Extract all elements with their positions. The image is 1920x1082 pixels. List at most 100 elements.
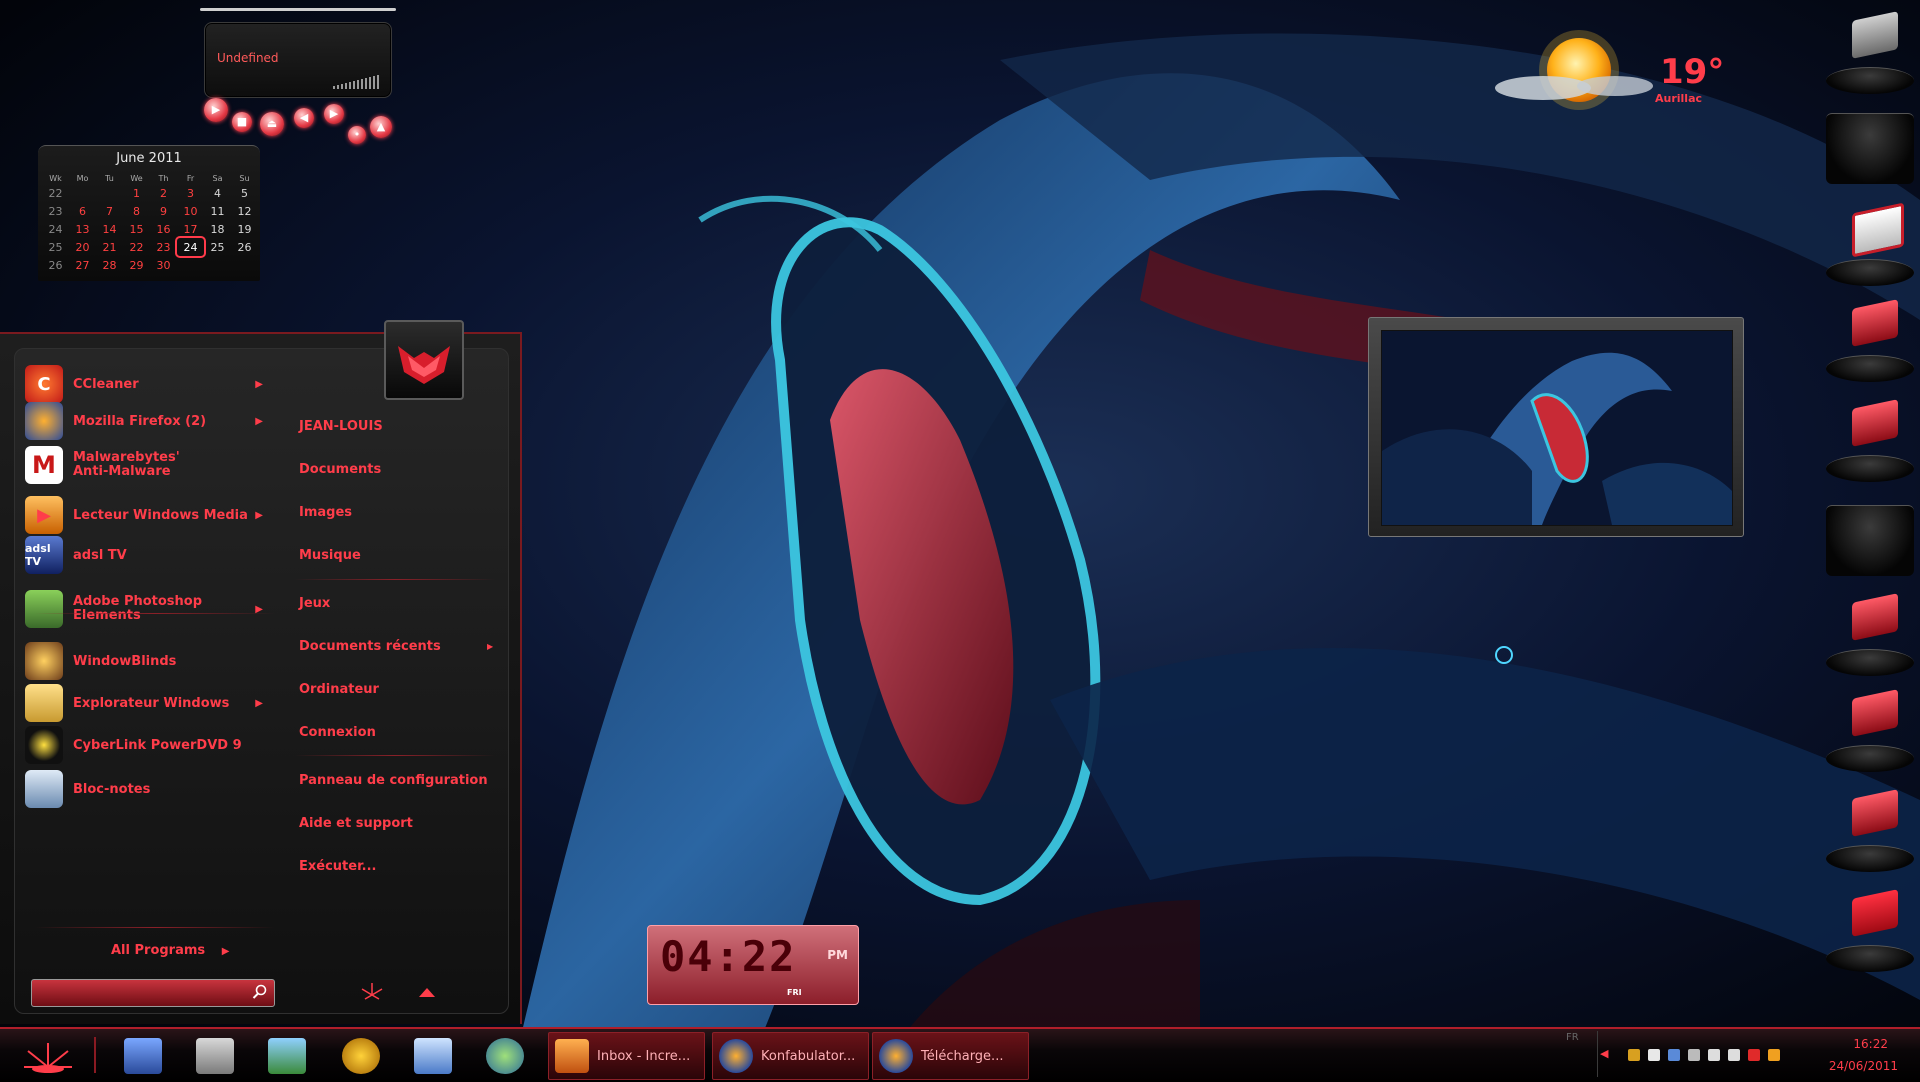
calendar-day[interactable]: 10: [177, 202, 204, 220]
dock-blank-1[interactable]: [1826, 98, 1918, 184]
network-signal-icon[interactable]: [1708, 1049, 1720, 1061]
quicklaunch-network[interactable]: [414, 1038, 452, 1074]
quicklaunch-vlc[interactable]: [342, 1038, 380, 1074]
calendar-day[interactable]: 20: [69, 238, 96, 256]
calendar-month-title[interactable]: June 2011: [38, 151, 260, 166]
dock-computer[interactable]: [1826, 8, 1918, 94]
calendar-day[interactable]: 3: [177, 184, 204, 202]
calendar-day[interactable]: 2: [150, 184, 177, 202]
flag-icon[interactable]: [1648, 1049, 1660, 1061]
calendar-today[interactable]: 24: [175, 236, 206, 258]
calendar-day[interactable]: 18: [204, 220, 231, 238]
calendar-day[interactable]: 15: [123, 220, 150, 238]
tray-date[interactable]: 24/06/2011: [1829, 1059, 1898, 1073]
shutdown-options-icon[interactable]: [417, 985, 437, 999]
tray-time[interactable]: 16:22: [1853, 1037, 1888, 1051]
calendar-day[interactable]: 9: [150, 202, 177, 220]
weather-widget[interactable]: 19° Aurillac: [1495, 18, 1725, 118]
place-item[interactable]: Musique: [299, 548, 361, 563]
calendar-day[interactable]: 12: [231, 202, 258, 220]
calendar-day[interactable]: 23: [150, 238, 177, 256]
calendar-day[interactable]: 1: [123, 184, 150, 202]
dock-documents[interactable]: [1826, 200, 1918, 286]
user-picture[interactable]: [384, 320, 464, 400]
place-item[interactable]: JEAN-LOUIS: [299, 419, 383, 434]
program-item[interactable]: M Malwarebytes' Anti-Malware: [25, 443, 275, 487]
taskbar-button[interactable]: Konfabulator...: [712, 1032, 869, 1080]
dock-recycle-bin[interactable]: [1826, 886, 1918, 972]
program-item[interactable]: CyberLink PowerDVD 9: [25, 723, 275, 767]
quicklaunch-computer[interactable]: [196, 1038, 234, 1074]
dock-favorites[interactable]: [1826, 590, 1918, 676]
search-icon[interactable]: [252, 984, 268, 1000]
place-item[interactable]: Panneau de configuration: [299, 773, 488, 788]
program-item[interactable]: Mozilla Firefox (2) ▶: [25, 399, 275, 443]
quicklaunch-users[interactable]: [486, 1038, 524, 1074]
program-item[interactable]: WindowBlinds: [25, 639, 275, 683]
tray-app-icon[interactable]: [1628, 1049, 1640, 1061]
chevron-left-icon[interactable]: ◀: [1600, 1047, 1608, 1060]
messenger-icon[interactable]: [1768, 1049, 1780, 1061]
slideshow-gadget[interactable]: [1368, 317, 1744, 537]
calendar-day[interactable]: 17: [177, 220, 204, 238]
taskbar-button[interactable]: Inbox - Incre...: [548, 1032, 705, 1080]
calendar-day[interactable]: 13: [69, 220, 96, 238]
place-item[interactable]: Images: [299, 505, 352, 520]
program-item[interactable]: Adobe Photoshop Elements ▶: [25, 587, 275, 631]
start-search-input[interactable]: [31, 979, 275, 1007]
calendar-day[interactable]: 25: [204, 238, 231, 256]
place-item[interactable]: Documents récents: [299, 639, 441, 654]
dock-music[interactable]: [1826, 396, 1918, 482]
calendar-day[interactable]: 29: [123, 256, 150, 274]
calendar-day[interactable]: 21: [96, 238, 123, 256]
place-item[interactable]: Aide et support: [299, 816, 413, 831]
program-item[interactable]: Bloc-notes: [25, 767, 275, 811]
dock-pictures[interactable]: [1826, 296, 1918, 382]
sync-icon[interactable]: [1668, 1049, 1680, 1061]
calendar-day[interactable]: 16: [150, 220, 177, 238]
dock-monitor[interactable]: [1826, 786, 1918, 872]
calendar-day[interactable]: 27: [69, 256, 96, 274]
stop-button[interactable]: ■: [232, 112, 252, 132]
start-button[interactable]: [20, 1037, 76, 1075]
place-item[interactable]: Connexion: [299, 725, 376, 740]
calendar-day[interactable]: 7: [96, 202, 123, 220]
program-item[interactable]: Explorateur Windows ▶: [25, 681, 275, 725]
eject-button[interactable]: ⏏: [260, 112, 284, 136]
program-item[interactable]: adsl TV adsl TV: [25, 533, 275, 577]
volume-up-button[interactable]: ▲: [370, 116, 392, 138]
place-item[interactable]: Documents: [299, 462, 381, 477]
speaker-icon[interactable]: [1728, 1049, 1740, 1061]
digital-clock-widget[interactable]: 04:22 PM FRI: [647, 925, 859, 1005]
previous-button[interactable]: ◀: [294, 108, 314, 128]
place-item[interactable]: Ordinateur: [299, 682, 379, 697]
calendar-day[interactable]: 11: [204, 202, 231, 220]
calendar-day[interactable]: 14: [96, 220, 123, 238]
antivirus-icon[interactable]: [1748, 1049, 1760, 1061]
quicklaunch-tools[interactable]: [124, 1038, 162, 1074]
place-item[interactable]: Jeux: [299, 596, 330, 611]
all-programs-button[interactable]: All Programs ▶: [111, 943, 229, 958]
program-item[interactable]: ▶ Lecteur Windows Media ▶: [25, 493, 275, 537]
media-widget-handle[interactable]: [200, 8, 396, 11]
calendar-day[interactable]: 30: [150, 256, 177, 274]
calendar-day[interactable]: 26: [231, 238, 258, 256]
next-button[interactable]: ▶: [324, 104, 344, 124]
taskbar-button[interactable]: Télécharge...: [872, 1032, 1029, 1080]
device-icon[interactable]: [1688, 1049, 1700, 1061]
play-button[interactable]: ▶: [204, 98, 228, 122]
calendar-day[interactable]: 6: [69, 202, 96, 220]
mute-button[interactable]: •: [348, 126, 366, 144]
dock-blank-2[interactable]: [1826, 490, 1918, 576]
power-icon[interactable]: [359, 981, 385, 1001]
calendar-day[interactable]: 22: [123, 238, 150, 256]
language-indicator[interactable]: FR: [1566, 1032, 1579, 1043]
calendar-day[interactable]: 4: [204, 184, 231, 202]
calendar-day[interactable]: 28: [96, 256, 123, 274]
place-item[interactable]: Exécuter...: [299, 859, 376, 874]
dock-internet[interactable]: [1826, 686, 1918, 772]
calendar-day[interactable]: 5: [231, 184, 258, 202]
quicklaunch-landscape[interactable]: [268, 1038, 306, 1074]
calendar-day[interactable]: 19: [231, 220, 258, 238]
calendar-day[interactable]: 8: [123, 202, 150, 220]
